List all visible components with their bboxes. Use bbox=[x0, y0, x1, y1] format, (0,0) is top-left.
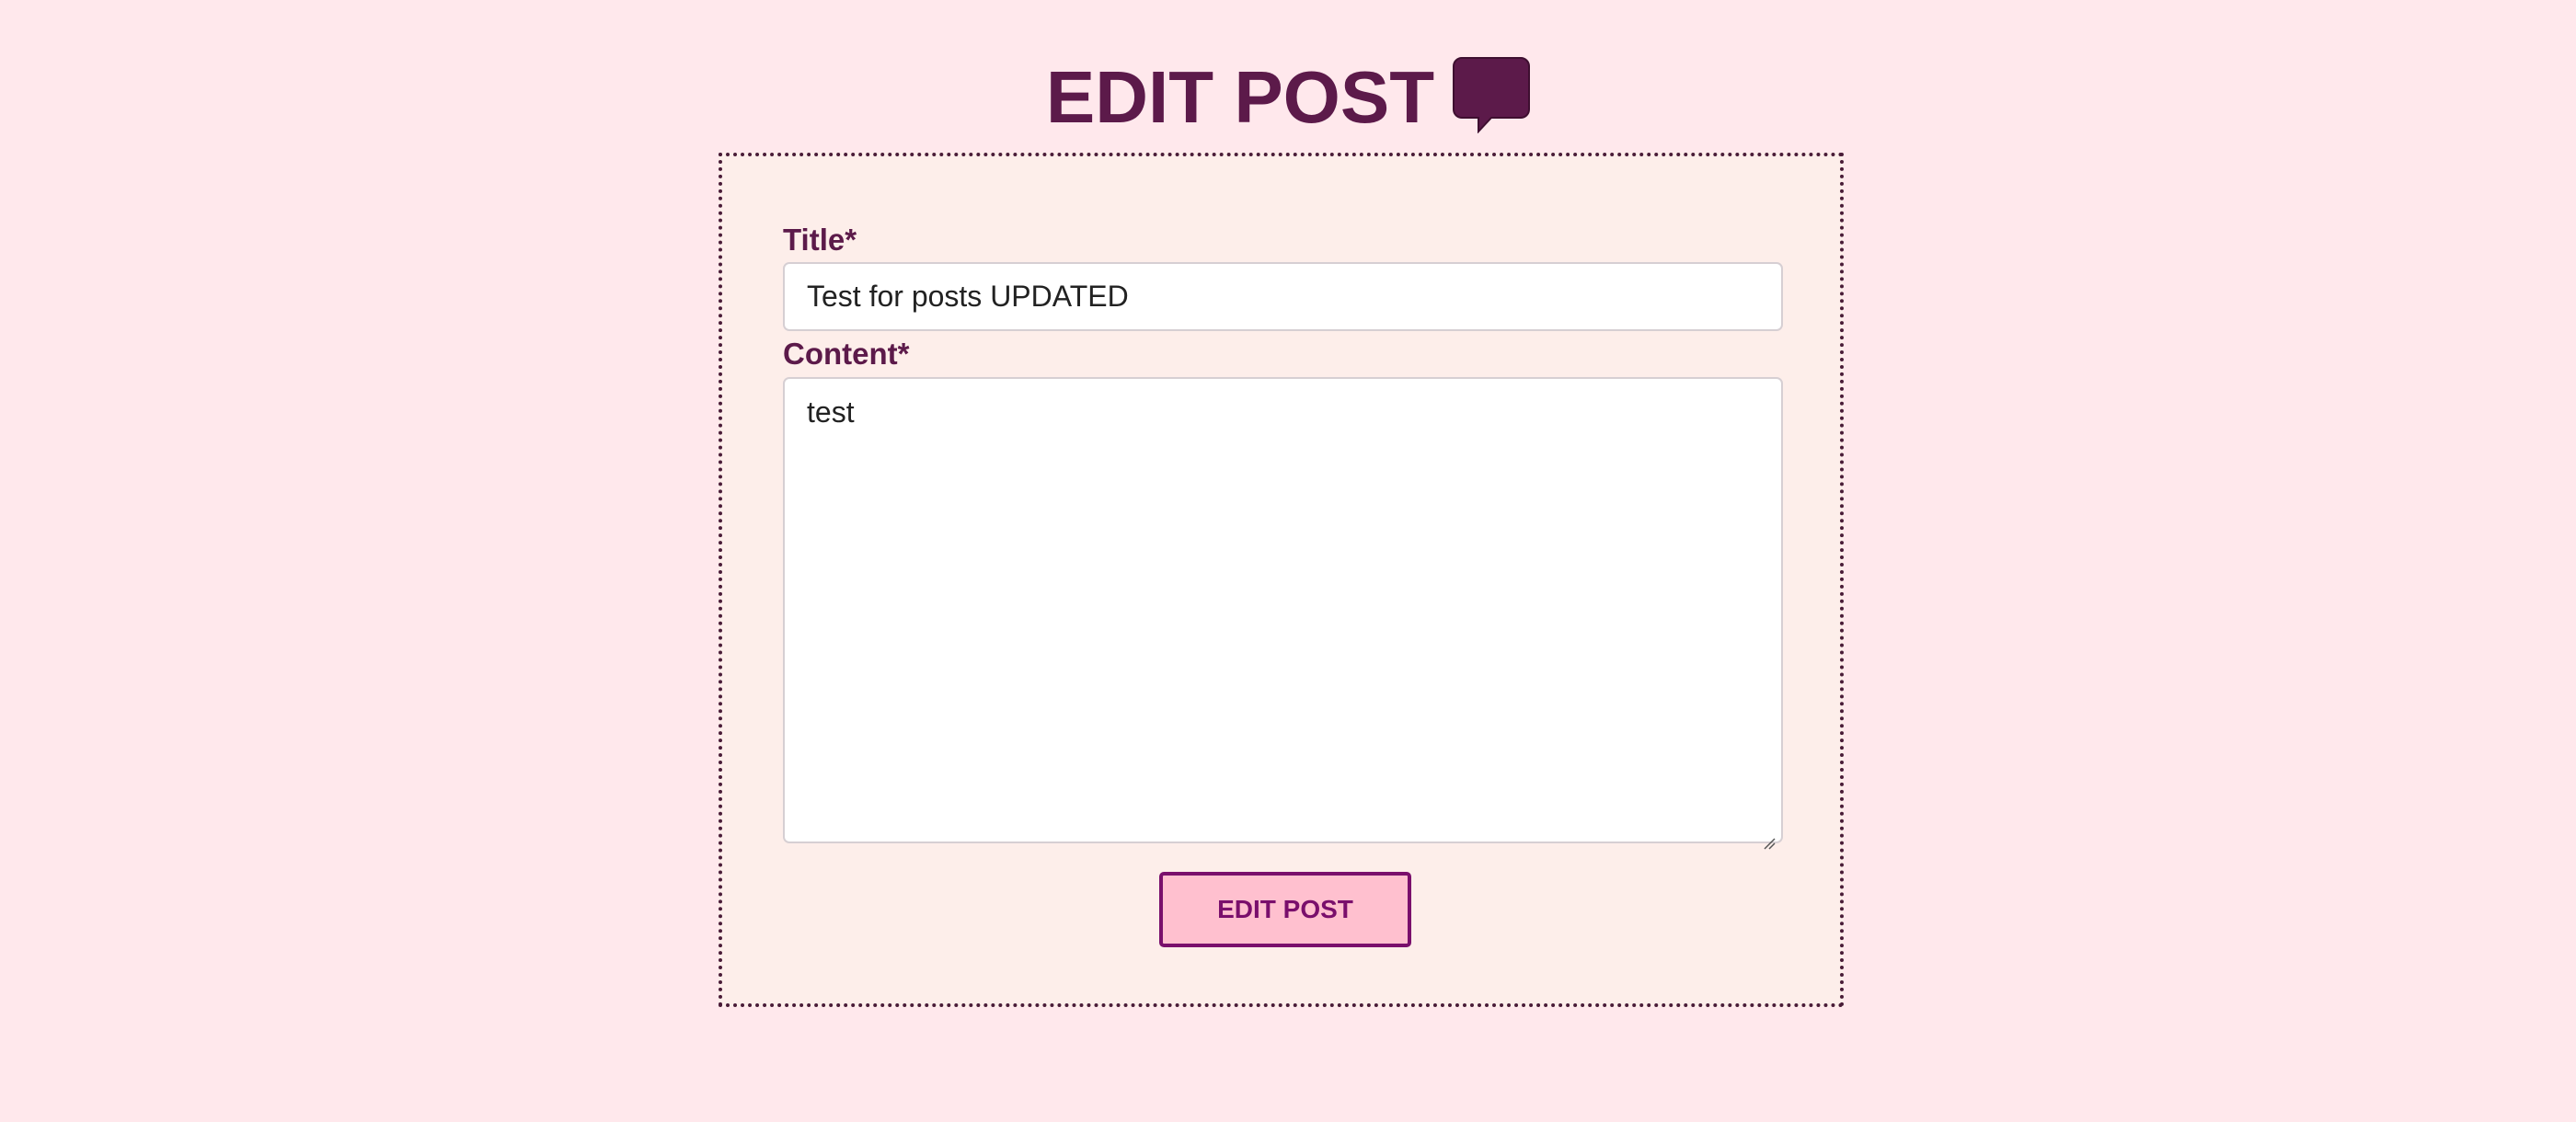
edit-post-page: EDIT POST Title* Test for posts UPDATED … bbox=[0, 0, 2576, 1122]
page-heading: EDIT POST bbox=[0, 52, 2576, 143]
title-input[interactable]: Test for posts UPDATED bbox=[783, 262, 1783, 331]
title-label: Title* bbox=[783, 223, 857, 257]
edit-post-form: Title* Test for posts UPDATED Content* t… bbox=[719, 153, 1844, 1007]
speech-bubble-icon bbox=[1453, 56, 1531, 134]
content-textarea-value: test bbox=[807, 395, 855, 429]
content-textarea[interactable]: test bbox=[783, 377, 1783, 850]
resize-grip-icon[interactable] bbox=[1763, 823, 1776, 850]
page-title: EDIT POST bbox=[1045, 56, 1435, 138]
edit-post-button[interactable]: EDIT POST bbox=[1159, 872, 1411, 947]
content-label: Content* bbox=[783, 337, 910, 371]
title-input-value: Test for posts UPDATED bbox=[807, 280, 1129, 313]
